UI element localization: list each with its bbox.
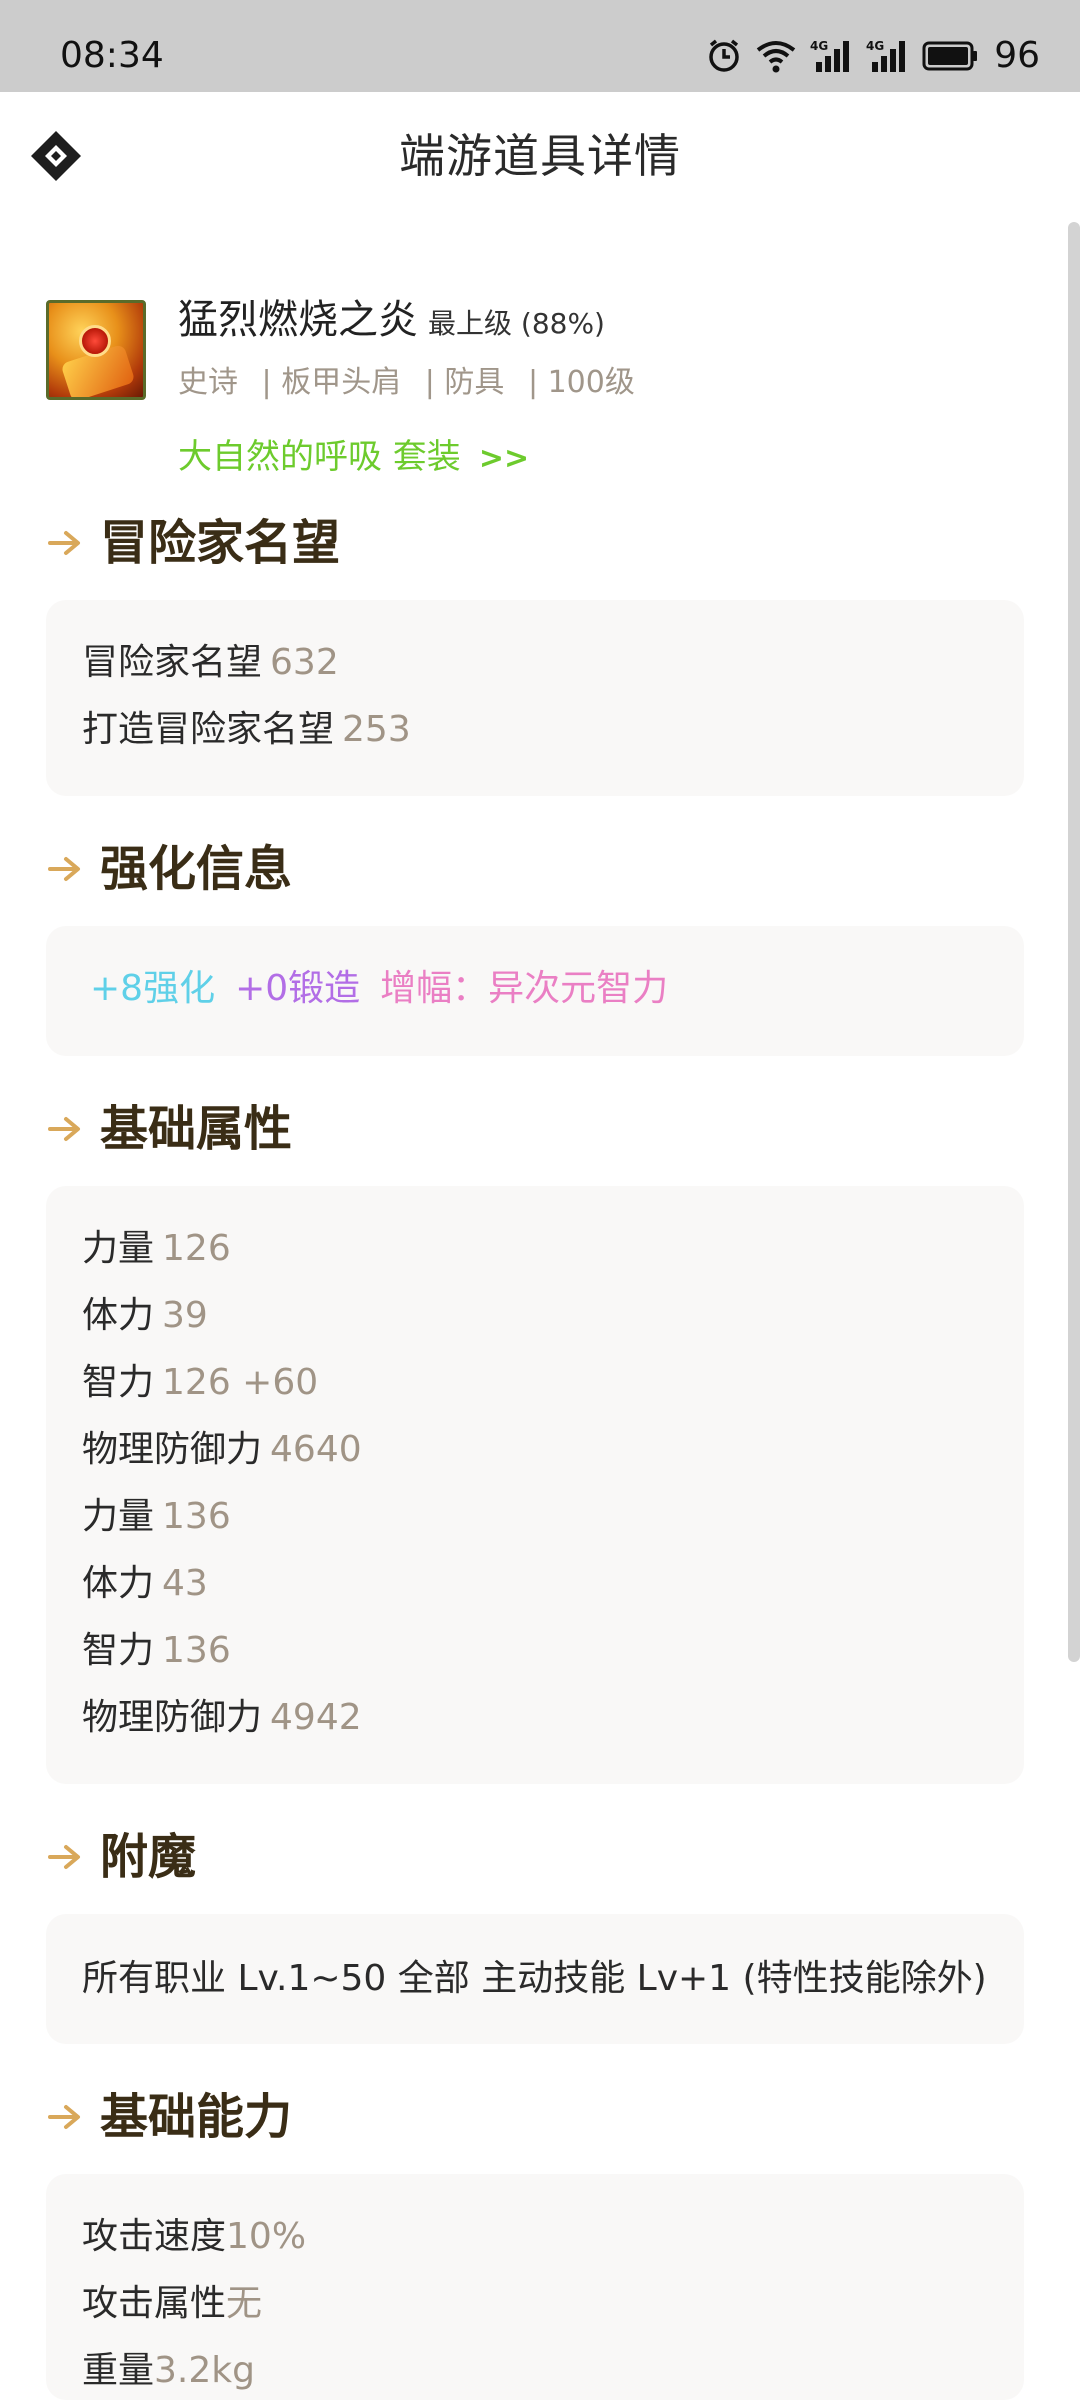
status-bar: 08:34 4G 4G 96	[0, 0, 1080, 92]
page-title: 端游道具详情	[399, 129, 681, 183]
set-link-label: 大自然的呼吸 套装	[178, 437, 461, 477]
set-link-arrow: >>	[478, 441, 530, 476]
section-title-enhance: 强化信息	[46, 834, 292, 904]
row-label: 攻击速度	[82, 2216, 227, 2257]
attr-row: 智力 126 +60	[82, 1358, 318, 1408]
battery-level: 96	[994, 35, 1040, 76]
row-label: 体力	[82, 1295, 155, 1336]
attr-row: 物理防御力 4942	[82, 1693, 362, 1743]
row-value: 10%	[226, 2216, 307, 2257]
section-label: 冒险家名望	[100, 515, 341, 571]
reputation-row: 冒险家名望 632	[82, 638, 339, 688]
item-name-text: 猛烈燃烧之炎	[178, 297, 418, 343]
set-link[interactable]: 大自然的呼吸 套装 >>	[178, 432, 529, 484]
ability-row: 攻击速度10%	[82, 2212, 306, 2262]
section-title-base-ability: 基础能力	[46, 2082, 292, 2152]
status-icons: 4G 4G 96	[706, 34, 1040, 78]
section-label: 附魔	[100, 1829, 197, 1885]
row-value: 4942	[270, 1697, 362, 1738]
row-label: 重量	[82, 2350, 155, 2391]
reputation-row: 打造冒险家名望 253	[82, 705, 411, 755]
forge-value: +0锻造	[235, 968, 361, 1009]
attr-row: 力量 126	[82, 1224, 231, 1274]
row-value: 无	[226, 2283, 263, 2324]
alarm-icon	[709, 39, 739, 72]
row-label: 物理防御力	[82, 1429, 263, 1470]
row-label: 力量	[82, 1496, 155, 1537]
attr-row: 体力 39	[82, 1291, 208, 1341]
item-slot: | 板甲头肩	[261, 365, 402, 400]
row-label: 力量	[82, 1228, 155, 1269]
arrow-right-icon	[48, 857, 80, 881]
attr-row: 智力 136	[82, 1626, 231, 1676]
item-header: 猛烈燃烧之炎 最上级 (88%) 史诗 | 板甲头肩 | 防具 | 100级 大自…	[0, 280, 1080, 510]
ability-row: 重量3.2kg	[82, 2346, 255, 2396]
base-ability-card: 攻击速度10% 攻击属性无 重量3.2kg	[46, 2174, 1024, 2400]
attr-row: 力量 136	[82, 1492, 231, 1542]
status-time: 08:34	[60, 35, 164, 76]
row-label: 打造冒险家名望	[82, 709, 335, 750]
battery-icon	[922, 41, 978, 71]
arrow-right-icon	[48, 1845, 80, 1869]
section-title-base-attrs: 基础属性	[46, 1094, 292, 1164]
wifi-icon	[756, 41, 796, 73]
item-category: | 防具	[424, 365, 505, 400]
row-label: 物理防御力	[82, 1697, 263, 1738]
section-label: 基础能力	[100, 2089, 293, 2145]
row-label: 智力	[82, 1362, 155, 1403]
enhance-line: +8强化 +0锻造 增幅：异次元智力	[90, 964, 668, 1014]
enhance-card: +8强化 +0锻造 增幅：异次元智力	[46, 926, 1024, 1056]
item-image	[46, 300, 146, 400]
app-header: 端游道具详情	[0, 92, 1080, 222]
row-value: 126	[162, 1228, 231, 1269]
enchant-text: 所有职业 Lv.1~50 全部 主动技能 Lv+1 (特性技能除外)	[82, 1958, 987, 1999]
section-title-reputation: 冒险家名望	[46, 508, 340, 578]
row-value: 43	[162, 1563, 208, 1604]
row-value: 136	[162, 1630, 231, 1671]
attr-row: 体力 43	[82, 1559, 208, 1609]
row-label: 体力	[82, 1563, 155, 1604]
item-meta: 史诗 | 板甲头肩 | 防具 | 100级	[178, 360, 649, 406]
arrow-right-icon	[48, 2105, 80, 2129]
enchant-card: 所有职业 Lv.1~50 全部 主动技能 Lv+1 (特性技能除外)	[46, 1914, 1024, 2044]
signal-4g-icon: 4G	[810, 39, 850, 72]
reinforce-value: +8强化	[90, 968, 216, 1009]
svg-text:4G: 4G	[810, 39, 828, 53]
row-value: 3.2kg	[154, 2350, 255, 2391]
row-value: 253	[342, 709, 411, 750]
section-label: 强化信息	[100, 841, 293, 897]
arrow-right-icon	[48, 531, 80, 555]
item-grade: 最上级 (88%)	[428, 307, 605, 340]
reputation-card: 冒险家名望 632 打造冒险家名望 253	[46, 600, 1024, 796]
row-label: 攻击属性	[82, 2283, 227, 2324]
row-label: 冒险家名望	[82, 642, 263, 683]
row-value: 136	[162, 1496, 231, 1537]
row-value: 4640	[270, 1429, 362, 1470]
row-value: 39	[162, 1295, 208, 1336]
item-name: 猛烈燃烧之炎 最上级 (88%)	[178, 290, 605, 354]
row-label: 智力	[82, 1630, 155, 1671]
section-label: 基础属性	[100, 1101, 293, 1157]
item-level: | 100级	[527, 365, 635, 400]
amplify-value: 增幅：异次元智力	[380, 968, 669, 1009]
arrow-right-icon	[48, 1117, 80, 1141]
signal-4g-icon: 4G	[866, 39, 906, 72]
row-value: 632	[270, 642, 339, 683]
item-rarity: 史诗	[178, 365, 238, 400]
row-value: 126 +60	[162, 1362, 319, 1403]
ability-row: 攻击属性无	[82, 2279, 262, 2329]
svg-text:4G: 4G	[866, 39, 884, 53]
attr-row: 物理防御力 4640	[82, 1425, 362, 1475]
base-attrs-card: 力量 126 体力 39 智力 126 +60 物理防御力 4640 力量 136 体力 4…	[46, 1186, 1024, 1784]
section-title-enchant: 附魔	[46, 1822, 196, 1892]
